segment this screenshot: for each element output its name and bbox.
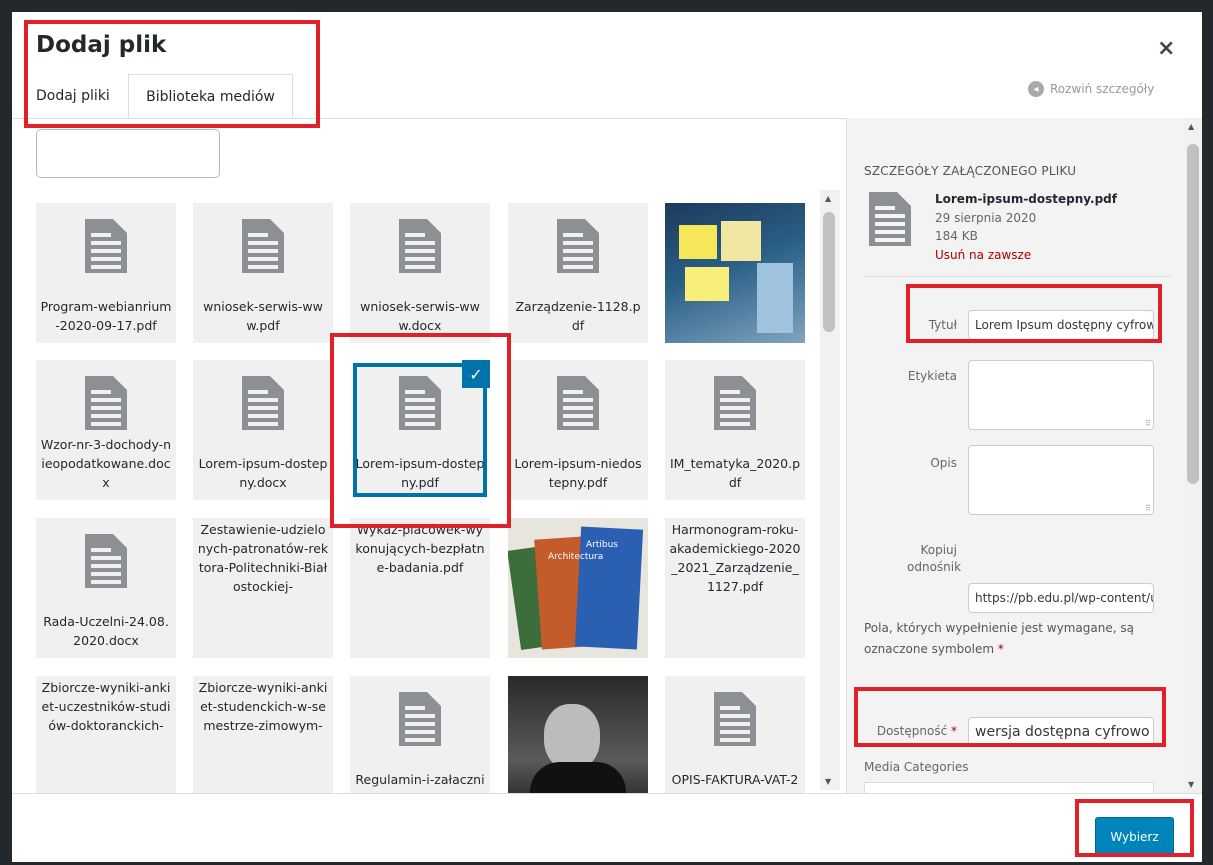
accessibility-label: Dostępność * bbox=[847, 724, 957, 738]
required-star: * bbox=[951, 724, 957, 738]
scroll-down-arrow-icon[interactable]: ▼ bbox=[1188, 780, 1194, 789]
attachment-tile[interactable]: Program-webianrium-2020-09-17.pdf bbox=[36, 203, 176, 343]
document-icon bbox=[399, 692, 441, 746]
scroll-down-arrow-icon[interactable]: ▼ bbox=[825, 777, 831, 786]
document-icon bbox=[557, 219, 599, 273]
attachment-tile-selected[interactable]: Lorem-ipsum-dostepny.pdf ✓ bbox=[350, 360, 490, 500]
attachment-filename: Program-webianrium-2020-09-17.pdf bbox=[40, 299, 172, 333]
thumbnail-text: Artibus bbox=[586, 540, 618, 550]
document-icon bbox=[85, 376, 127, 430]
document-icon bbox=[714, 692, 756, 746]
attachment-filename: Zarządzenie-1128.pdf bbox=[515, 299, 641, 333]
tab-media-library[interactable]: Biblioteka mediów bbox=[128, 74, 293, 118]
document-icon bbox=[714, 376, 756, 430]
document-icon bbox=[242, 376, 284, 430]
resize-grip-icon[interactable]: ⠿ bbox=[1145, 419, 1151, 428]
attachment-details-sidebar: SZCZEGÓŁY ZAŁĄCZONEGO PLIKU Lorem-ipsum-… bbox=[846, 118, 1202, 793]
thumbnail-image bbox=[665, 203, 805, 343]
document-icon bbox=[399, 219, 441, 273]
caption-label: Etykieta bbox=[907, 369, 957, 383]
required-fields-note: Pola, których wypełnienie jest wymagane,… bbox=[864, 618, 1164, 660]
document-icon bbox=[557, 376, 599, 430]
details-section-title: SZCZEGÓŁY ZAŁĄCZONEGO PLIKU bbox=[864, 164, 1077, 178]
attachment-tile[interactable]: IM_tematyka_2020.pdf bbox=[665, 360, 805, 500]
sidebar-scrollbar-thumb[interactable] bbox=[1187, 144, 1199, 484]
attachment-filename: Zestawienie-udzielonych-patronatów-rekto… bbox=[197, 522, 329, 594]
attachment-filename: Lorem-ipsum-dostepny.pdf bbox=[935, 192, 1117, 206]
attachment-size: 184 KB bbox=[935, 229, 978, 243]
document-icon bbox=[85, 534, 127, 588]
attachment-tile[interactable]: Harmonogram-roku-akademickiego-2020_2021… bbox=[665, 518, 805, 658]
grid-scrollbar-thumb[interactable] bbox=[823, 212, 835, 332]
attachment-filename: wniosek-serwis-www.docx bbox=[360, 299, 480, 333]
attachment-tile[interactable]: Zarządzenie-1128.pdf bbox=[508, 203, 648, 343]
attachment-tile[interactable]: Wzor-nr-3-dochody-nieopodatkowane.docx bbox=[36, 360, 176, 500]
scroll-up-arrow-icon[interactable]: ▲ bbox=[1188, 122, 1194, 131]
select-button[interactable]: Wybierz bbox=[1095, 817, 1174, 856]
document-icon bbox=[399, 376, 441, 430]
expand-details-link[interactable]: ◂ Rozwiń szczegóły bbox=[1028, 81, 1154, 97]
media-categories-label: Media Categories bbox=[864, 760, 969, 774]
chevron-left-icon: ◂ bbox=[1028, 81, 1044, 97]
resize-grip-icon[interactable]: ⠿ bbox=[1145, 504, 1151, 513]
attachment-tile[interactable]: Architectura Artibus bbox=[508, 518, 648, 658]
attachment-filename: wniosek-serwis-www.pdf bbox=[203, 299, 323, 333]
copy-link-field[interactable]: https://pb.edu.pl/wp-content/uploads/202… bbox=[968, 583, 1154, 613]
attachment-tile[interactable] bbox=[665, 203, 805, 343]
copy-link-label: Kopiuj odnośnik bbox=[907, 543, 962, 574]
attachment-filename: Wykaz-placówek-wykonujących-bezpłatne-ba… bbox=[355, 522, 485, 575]
description-label: Opis bbox=[930, 456, 957, 470]
media-modal: Dodaj plik × Dodaj pliki Biblioteka medi… bbox=[12, 12, 1202, 862]
attachment-tile[interactable]: wniosek-serwis-www.docx bbox=[350, 203, 490, 343]
thumbnail-text: Architectura bbox=[548, 552, 604, 562]
delete-permanently-link[interactable]: Usuń na zawsze bbox=[935, 248, 1031, 262]
required-star: * bbox=[997, 642, 1004, 656]
attachment-filename: Wzor-nr-3-dochody-nieopodatkowane.docx bbox=[40, 437, 172, 490]
description-field[interactable]: ⠿ bbox=[968, 445, 1154, 515]
attachment-filename: Lorem-ipsum-dostepny.docx bbox=[198, 456, 328, 490]
media-categories-box[interactable] bbox=[864, 782, 1154, 793]
title-label: Tytuł bbox=[928, 318, 957, 332]
accessibility-field[interactable]: wersja dostępna cyfrowo bbox=[968, 717, 1154, 747]
tab-media-library-label: Biblioteka mediów bbox=[146, 88, 275, 105]
close-icon[interactable]: × bbox=[1157, 36, 1175, 61]
caption-field[interactable]: ⠿ bbox=[968, 360, 1154, 430]
search-input[interactable] bbox=[36, 129, 220, 178]
document-icon bbox=[242, 219, 284, 273]
attachment-filename: Zbiorcze-wyniki-ankiet-studenckich-w-sem… bbox=[198, 680, 328, 733]
title-field[interactable]: Lorem Ipsum dostępny cyfrowo bbox=[968, 310, 1154, 340]
attachment-tile[interactable]: wniosek-serwis-www.pdf bbox=[193, 203, 333, 343]
accessibility-label-text: Dostępność bbox=[876, 724, 948, 738]
attachment-tile[interactable]: Zestawienie-udzielonych-patronatów-rekto… bbox=[193, 518, 333, 658]
checkmark-icon[interactable]: ✓ bbox=[462, 360, 490, 388]
attachment-filename: Zbiorcze-wyniki-ankiet-uczestników-studi… bbox=[41, 680, 171, 733]
expand-details-label: Rozwiń szczegóły bbox=[1050, 82, 1155, 96]
thumbnail-image: Architectura Artibus bbox=[508, 518, 648, 658]
tab-upload-files[interactable]: Dodaj pliki bbox=[36, 88, 110, 104]
modal-title: Dodaj plik bbox=[36, 32, 167, 58]
details-divider bbox=[864, 276, 1172, 277]
attachment-date: 29 sierpnia 2020 bbox=[935, 211, 1037, 225]
document-icon bbox=[85, 219, 127, 273]
attachment-filename: Lorem-ipsum-niedostepny.pdf bbox=[514, 456, 642, 490]
modal-footer: Wybierz bbox=[12, 793, 1202, 862]
attachment-tile[interactable]: Lorem-ipsum-dostepny.docx bbox=[193, 360, 333, 500]
attachment-filename: Lorem-ipsum-dostepny.pdf bbox=[355, 456, 485, 490]
document-icon bbox=[869, 192, 911, 246]
grid-scrollbar[interactable]: ▲ ▼ bbox=[820, 190, 840, 790]
attachment-tile[interactable]: Lorem-ipsum-niedostepny.pdf bbox=[508, 360, 648, 500]
attachment-tile[interactable]: Wykaz-placówek-wykonujących-bezpłatne-ba… bbox=[350, 518, 490, 658]
attachment-tile[interactable]: Rada-Uczelni-24.08.2020.docx bbox=[36, 518, 176, 658]
attachment-filename: IM_tematyka_2020.pdf bbox=[669, 456, 801, 490]
attachment-filename: Harmonogram-roku-akademickiego-2020_2021… bbox=[669, 522, 801, 594]
scroll-up-arrow-icon[interactable]: ▲ bbox=[825, 194, 831, 203]
attachment-filename: Rada-Uczelni-24.08.2020.docx bbox=[43, 614, 169, 648]
sidebar-scrollbar[interactable]: ▲ ▼ bbox=[1184, 118, 1202, 793]
